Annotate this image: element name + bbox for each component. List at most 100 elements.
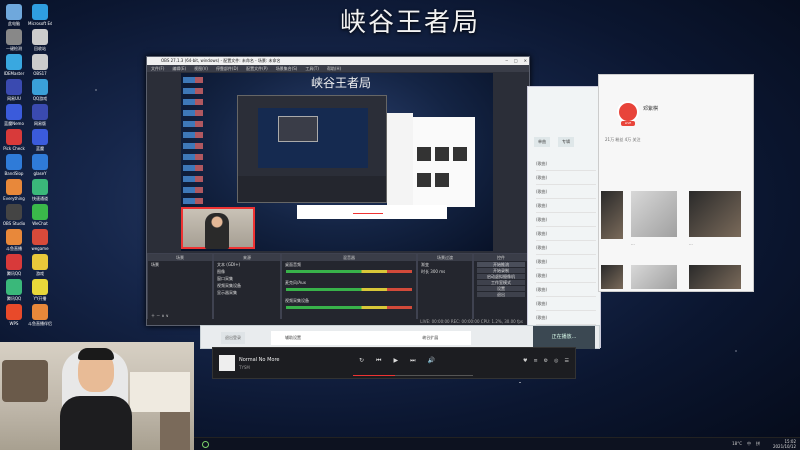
like-icon[interactable]: ♥ (523, 358, 527, 364)
desktop-icon[interactable]: OBS17 (28, 54, 52, 76)
logout-button[interactable]: 退出登录 (221, 332, 245, 344)
progress-bar[interactable] (353, 375, 473, 376)
list-item[interactable]: (歌曲) (536, 297, 596, 311)
obs-window[interactable]: OBS 27.1.3 (64-bit, windows) - 配置文件: 未命名… (146, 56, 530, 326)
list-item[interactable]: (歌曲) (536, 213, 596, 227)
settings-row[interactable]: 辅助设置 峡谷扩展 (271, 331, 471, 345)
source-item[interactable]: 视频采集设备 (214, 282, 280, 289)
weather-icon[interactable]: 18°C (732, 441, 742, 447)
settings-icon[interactable]: ⚙ (544, 358, 548, 364)
transition-select[interactable]: 渐变 (418, 261, 472, 268)
mode-icon[interactable]: ◎ (554, 358, 558, 364)
list-item[interactable]: (歌曲) (536, 283, 596, 297)
list-item[interactable]: (歌曲) (536, 185, 596, 199)
start-streaming-button[interactable]: 开始推流 (477, 262, 525, 267)
obs-preview-canvas[interactable]: 峡谷王者局 (181, 73, 493, 251)
desktop-icon[interactable]: 蓝魔Nemo (2, 104, 26, 126)
virtual-camera-button[interactable]: 启动虚拟摄像机 (477, 274, 525, 279)
list-item[interactable]: (歌曲) (536, 171, 596, 185)
menu-item[interactable]: 场景集合(S) (276, 65, 298, 72)
menu-item[interactable]: 文件(F) (151, 65, 164, 72)
song-artist[interactable]: TYSM (239, 365, 250, 370)
desktop-icon[interactable]: wegame (28, 229, 52, 251)
studio-mode-button[interactable]: 工作室模式 (477, 280, 525, 285)
album-cover[interactable] (601, 265, 623, 289)
album-cover[interactable] (601, 191, 623, 239)
desktop-icon[interactable]: 回收站 (28, 29, 52, 51)
menu-item[interactable]: 工具(T) (305, 65, 319, 72)
tab-singles[interactable]: 单曲 (534, 137, 550, 147)
next-icon[interactable]: ⏭ (410, 357, 415, 365)
ime-mode-icon[interactable]: 拼 (756, 441, 760, 447)
desktop-icon[interactable]: 斗鱼直播 (2, 229, 26, 251)
desktop-icon[interactable]: Microsoft Edge (28, 4, 52, 26)
previous-icon[interactable]: ⏮ (376, 357, 381, 365)
source-item[interactable]: 显示器采集 (214, 289, 280, 296)
volume-icon[interactable]: 🔊 (427, 357, 434, 365)
start-icon[interactable] (202, 441, 209, 448)
album-cover[interactable] (631, 265, 677, 289)
desktop-icon[interactable]: WeChat (28, 204, 52, 226)
now-playing-button[interactable]: 正在播放... (533, 326, 595, 349)
ime-icon[interactable]: 中 (747, 441, 751, 447)
desktop-icon[interactable]: glaseY (28, 154, 52, 176)
scene-item[interactable]: 场景 (148, 261, 212, 268)
menu-item[interactable]: 停靠部件(D) (216, 65, 238, 72)
tab-albums[interactable]: 专辑 (558, 137, 574, 147)
song-list-window[interactable]: 单曲 专辑 (歌曲) (歌曲) (歌曲) (歌曲) (歌曲) (歌曲) (歌曲) (歌曲) (歌… (527, 86, 601, 348)
desktop-icon[interactable]: YY开播 (28, 279, 52, 301)
close-icon[interactable]: ✕ (524, 57, 527, 65)
desktop-icon[interactable]: BandSlop (2, 154, 26, 176)
desktop-icon[interactable]: 此电脑 (2, 4, 26, 26)
menu-icon[interactable]: ☰ (565, 358, 569, 364)
desktop-icon[interactable]: Everything (2, 179, 26, 201)
list-item[interactable]: (歌曲) (536, 157, 596, 171)
list-item[interactable]: (歌曲) (536, 269, 596, 283)
song-title[interactable]: Normal No More (239, 357, 279, 363)
source-item[interactable]: 图像 (214, 268, 280, 275)
list-item[interactable]: (歌曲) (536, 255, 596, 269)
mixer-volume-meter[interactable] (286, 270, 412, 273)
clock[interactable]: 15:02 2021/10/12 (773, 439, 796, 449)
play-icon[interactable]: ▶ (393, 357, 398, 365)
mixer-volume-meter[interactable] (286, 306, 412, 309)
scenes-toolbar[interactable]: ＋ － ∧ ∨ (148, 312, 172, 319)
menu-item[interactable]: 帮助(H) (327, 65, 341, 72)
artist-avatar[interactable] (617, 101, 639, 123)
list-item[interactable]: (歌曲) (536, 227, 596, 241)
desktop-icon[interactable]: 游戏 (28, 254, 52, 276)
repeat-icon[interactable]: ↻ (359, 357, 364, 365)
minimize-icon[interactable]: ─ (505, 57, 507, 65)
album-art[interactable] (219, 355, 235, 371)
desktop-icon[interactable]: 腾讯QQ (2, 279, 26, 301)
desktop-icon[interactable]: Pick Check (2, 129, 26, 151)
desktop-icon[interactable]: 腾讯QQ (2, 254, 26, 276)
list-item[interactable]: (歌曲) (536, 311, 596, 325)
album-cover[interactable] (689, 191, 741, 237)
maximize-icon[interactable]: □ (514, 57, 518, 65)
desktop-icon[interactable]: 网易版 (28, 104, 52, 126)
desktop-icon[interactable]: 蓝魔 (28, 129, 52, 151)
menu-item[interactable]: 视图(V) (194, 65, 208, 72)
desktop-icon[interactable]: 网易UU (2, 79, 26, 101)
desktop-icon[interactable]: 一键检测 (2, 29, 26, 51)
menu-item[interactable]: 编辑(E) (172, 65, 186, 72)
source-item[interactable]: 文本 (GDI+) (214, 261, 280, 268)
desktop-icon[interactable]: 快速通道 (28, 179, 52, 201)
obs-titlebar[interactable]: OBS 27.1.3 (64-bit, windows) - 配置文件: 未命名… (147, 57, 529, 65)
exit-button[interactable]: 退出 (477, 292, 525, 297)
desktop-icon[interactable]: 斗鱼直播伴侣 (28, 304, 52, 326)
settings-button[interactable]: 设置 (477, 286, 525, 291)
playlist-icon[interactable]: ≡ (533, 358, 537, 364)
album-cover[interactable] (689, 265, 741, 289)
music-app-window[interactable]: LIVE 邓紫棋 21万 粉丝 4万 关注 ... ... (598, 74, 754, 292)
menu-item[interactable]: 配置文件(P) (246, 65, 268, 72)
desktop-icon[interactable]: QQ游戏 (28, 79, 52, 101)
source-item[interactable]: 窗口采集 (214, 275, 280, 282)
start-recording-button[interactable]: 开始录制 (477, 268, 525, 273)
album-cover[interactable] (631, 191, 677, 237)
desktop-icon[interactable]: OBS Studio (2, 204, 26, 226)
list-item[interactable]: (歌曲) (536, 241, 596, 255)
list-item[interactable]: (歌曲) (536, 199, 596, 213)
desktop-icon[interactable]: WPS (2, 304, 26, 326)
